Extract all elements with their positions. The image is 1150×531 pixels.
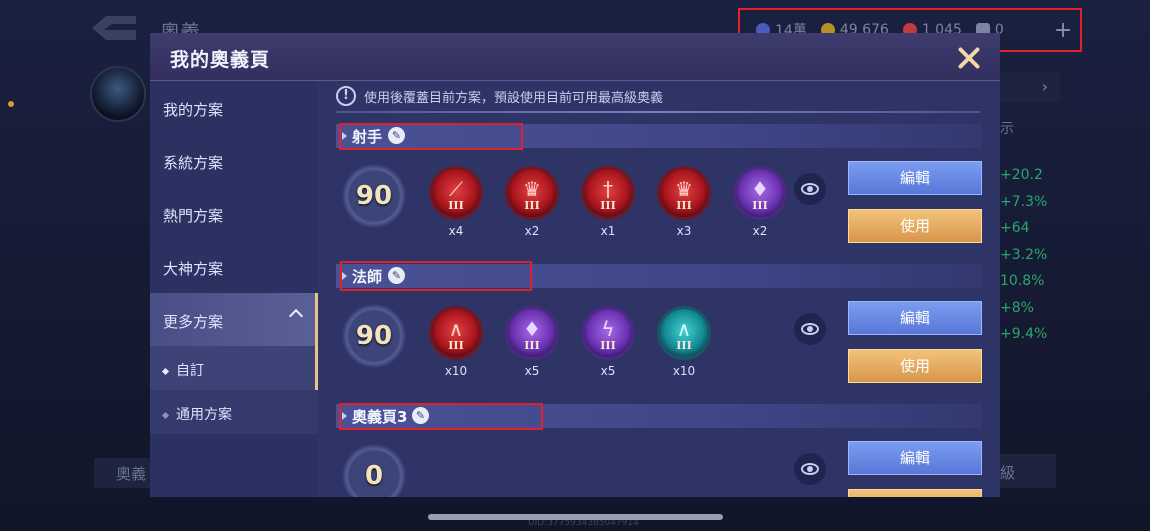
sidebar-item-popular-plans[interactable]: 熱門方案 bbox=[150, 187, 318, 240]
notice: ! 使用後覆蓋目前方案，預設使用目前可用最高級奧義 bbox=[336, 86, 663, 106]
blade-icon: ⟋ bbox=[449, 177, 463, 201]
back-arrow-icon[interactable] bbox=[88, 12, 140, 44]
level-number: 90 bbox=[355, 181, 393, 211]
level-badge: 0 bbox=[342, 444, 406, 497]
modal-title: 我的奧義頁 bbox=[170, 49, 271, 71]
edit-button[interactable]: 編輯 bbox=[848, 161, 982, 195]
sidebar-item-label: 系統方案 bbox=[163, 154, 224, 172]
eye-icon bbox=[801, 183, 819, 195]
eye-icon bbox=[801, 323, 819, 335]
stat-value: +8% bbox=[1000, 300, 1034, 316]
sidebar-subitem-general[interactable]: 通用方案 bbox=[150, 390, 318, 434]
edit-button[interactable]: 編輯 bbox=[848, 441, 982, 475]
stat-value: +7.3% bbox=[1000, 194, 1048, 210]
divider bbox=[336, 111, 980, 113]
rune-count: x2 bbox=[752, 224, 768, 238]
plan-sidebar: 我的方案 系統方案 熱門方案 大神方案 更多方案 自訂 通用方案 bbox=[150, 81, 318, 497]
rune-count: x1 bbox=[600, 224, 616, 238]
hero-avatar[interactable] bbox=[90, 66, 146, 122]
notification-dot bbox=[8, 101, 14, 107]
stat-value: +20.2 bbox=[1000, 167, 1043, 183]
level-badge: 90 bbox=[342, 304, 406, 368]
close-icon[interactable] bbox=[955, 44, 983, 72]
bullet-icon bbox=[161, 411, 170, 419]
sidebar-item-label: 大神方案 bbox=[163, 260, 224, 278]
rune-tier: III bbox=[600, 199, 616, 212]
rune-tier: III bbox=[752, 199, 768, 212]
rune-slot[interactable]: ♦ III bbox=[505, 306, 559, 360]
use-button[interactable] bbox=[848, 489, 982, 497]
home-indicator[interactable] bbox=[428, 514, 723, 520]
eye-icon bbox=[801, 463, 819, 475]
level-number: 0 bbox=[364, 461, 384, 491]
arch-icon: ∧ bbox=[448, 317, 464, 341]
rune-tier: III bbox=[524, 339, 540, 352]
rune-count: x10 bbox=[672, 364, 696, 378]
rune-tier: III bbox=[448, 199, 464, 212]
arch-icon: ∧ bbox=[676, 317, 692, 341]
rune-slot[interactable]: ♦ III bbox=[733, 166, 787, 220]
level-badge: 90 bbox=[342, 164, 406, 228]
rune-slot[interactable]: ∧ III bbox=[429, 306, 483, 360]
preview-button[interactable] bbox=[794, 173, 826, 205]
sidebar-item-label: 更多方案 bbox=[163, 313, 224, 331]
rune-slot[interactable]: ∧ III bbox=[657, 306, 711, 360]
sidebar-item-label: 我的方案 bbox=[163, 101, 224, 119]
highlight-box-page-name bbox=[339, 403, 543, 430]
notice-text: 使用後覆蓋目前方案，預設使用目前可用最高級奧義 bbox=[364, 90, 664, 106]
rune-tier: III bbox=[448, 339, 464, 352]
preview-button[interactable] bbox=[794, 453, 826, 485]
highlight-box-page-name bbox=[339, 123, 523, 150]
sword-icon: † bbox=[603, 177, 613, 201]
rune-tier: III bbox=[676, 199, 692, 212]
rune-tier: III bbox=[600, 339, 616, 352]
rune-count: x10 bbox=[444, 364, 468, 378]
info-icon: ! bbox=[336, 86, 356, 106]
rune-count: x3 bbox=[676, 224, 692, 238]
preview-button[interactable] bbox=[794, 313, 826, 345]
sidebar-item-system-plans[interactable]: 系統方案 bbox=[150, 134, 318, 187]
rune-count: x2 bbox=[524, 224, 540, 238]
sidebar-subitem-custom[interactable]: 自訂 bbox=[150, 346, 318, 390]
bullet-icon bbox=[161, 367, 170, 375]
lightning-icon: ϟ bbox=[601, 317, 615, 341]
stat-value: 10.8% bbox=[1000, 273, 1045, 289]
stat-value: +3.2% bbox=[1000, 247, 1048, 263]
stat-value: +9.4% bbox=[1000, 326, 1048, 342]
use-button[interactable]: 使用 bbox=[848, 349, 982, 383]
level-number: 90 bbox=[355, 321, 393, 351]
sidebar-subitem-label: 自訂 bbox=[176, 363, 204, 379]
use-button[interactable]: 使用 bbox=[848, 209, 982, 243]
crown-icon: ♛ bbox=[523, 177, 541, 201]
sidebar-item-more-plans[interactable]: 更多方案 bbox=[150, 293, 318, 346]
highlight-box-page-name bbox=[340, 261, 532, 291]
edit-button[interactable]: 編輯 bbox=[848, 301, 982, 335]
rune-slot[interactable]: ♛ III bbox=[505, 166, 559, 220]
rune-count: x5 bbox=[600, 364, 616, 378]
rune-slot[interactable]: ϟ III bbox=[581, 306, 635, 360]
rune-tier: III bbox=[676, 339, 692, 352]
sidebar-subitem-label: 通用方案 bbox=[176, 407, 232, 423]
background-tab[interactable]: 奧義 bbox=[94, 458, 152, 488]
drop-icon: ♦ bbox=[751, 177, 769, 201]
rune-slot[interactable]: † III bbox=[581, 166, 635, 220]
rune-page-modal: 我的奧義頁 我的方案 系統方案 熱門方案 大神方案 更多方案 自訂 通用方案 !… bbox=[150, 33, 1000, 497]
background-level-label: 級 bbox=[1000, 454, 1056, 488]
rune-slot[interactable]: ♛ III bbox=[657, 166, 711, 220]
rune-tier: III bbox=[524, 199, 540, 212]
rune-count: x4 bbox=[448, 224, 464, 238]
modal-header: 我的奧義頁 bbox=[150, 33, 1000, 81]
background-dropdown[interactable]: › bbox=[1000, 72, 1060, 102]
sidebar-item-label: 熱門方案 bbox=[163, 207, 224, 225]
background-show-label: 示 bbox=[1000, 121, 1014, 137]
chevron-up-icon bbox=[288, 308, 304, 324]
rune-count: x5 bbox=[524, 364, 540, 378]
rune-slot[interactable]: ⟋ III bbox=[429, 166, 483, 220]
sidebar-item-my-plans[interactable]: 我的方案 bbox=[150, 81, 318, 134]
chevron-right-icon: › bbox=[1041, 77, 1048, 96]
drop-icon: ♦ bbox=[523, 317, 541, 341]
sidebar-item-pro-plans[interactable]: 大神方案 bbox=[150, 240, 318, 293]
stat-value: +64 bbox=[1000, 220, 1030, 236]
crown-icon: ♛ bbox=[675, 177, 693, 201]
